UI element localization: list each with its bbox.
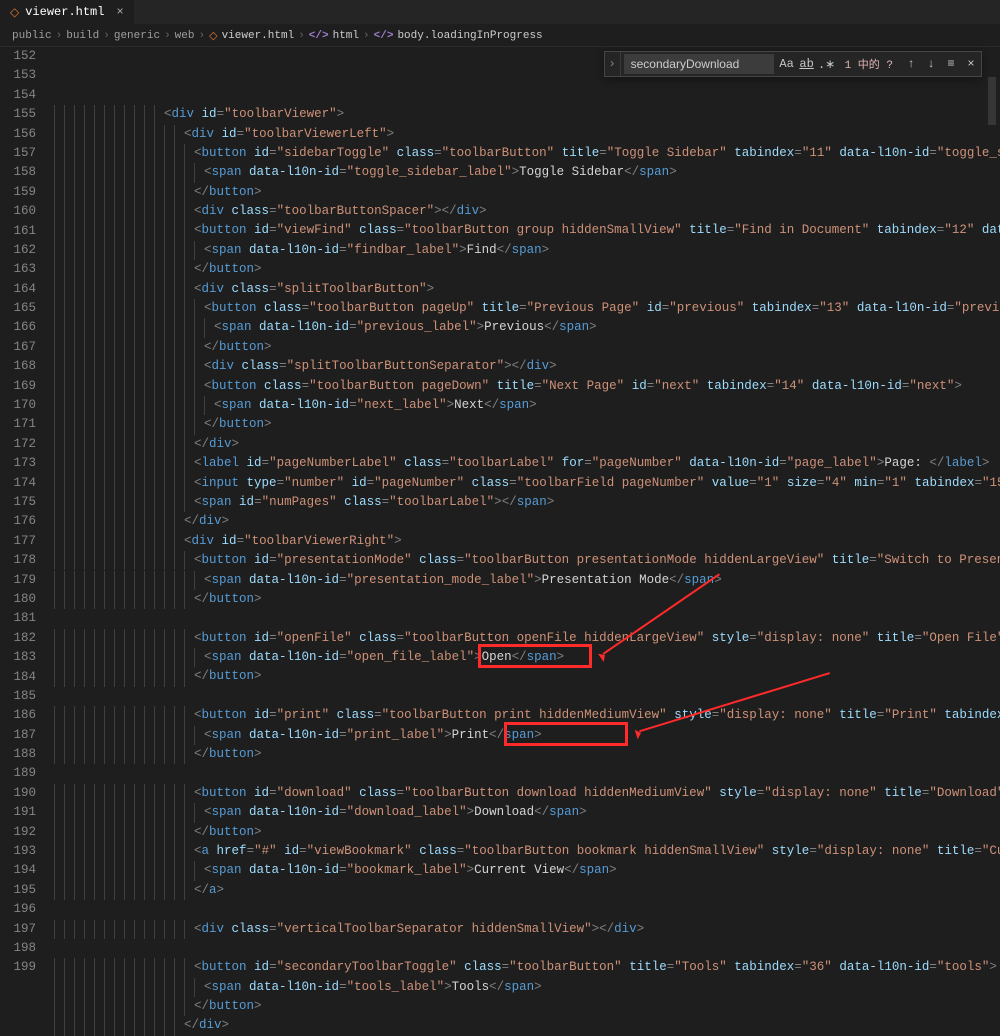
scrollbar[interactable]: [986, 47, 998, 1036]
match-case-icon[interactable]: Aa: [777, 54, 797, 74]
html-file-icon: ◇: [10, 5, 19, 20]
tab-viewer-html[interactable]: ◇ viewer.html ×: [0, 0, 134, 24]
crumb-file[interactable]: viewer.html: [222, 30, 295, 42]
find-status: 1 中的 ?: [845, 56, 893, 72]
editor: › Aa ab .∗ 1 中的 ? ↑ ↓ ≡ × 15215315415515…: [0, 47, 1000, 1036]
find-widget: › Aa ab .∗ 1 中的 ? ↑ ↓ ≡ ×: [604, 51, 982, 77]
tab-bar: ◇ viewer.html ×: [0, 0, 1000, 25]
html-file-icon: ◇: [209, 29, 217, 43]
line-number-gutter: 1521531541551561571581591601611621631641…: [0, 47, 50, 1036]
crumb-symbol[interactable]: body.loadingInProgress: [397, 30, 542, 42]
search-input[interactable]: [624, 54, 774, 74]
crumb[interactable]: public: [12, 30, 52, 42]
code-area[interactable]: <div id="toolbarViewer"> <div id="toolba…: [50, 47, 1000, 1036]
tag-icon: </>: [374, 30, 394, 42]
regex-icon[interactable]: .∗: [817, 54, 837, 74]
tab-label: viewer.html: [25, 5, 104, 19]
expand-icon[interactable]: ›: [605, 52, 621, 76]
whole-word-icon[interactable]: ab: [797, 54, 817, 74]
crumb[interactable]: web: [175, 30, 195, 42]
crumb[interactable]: build: [66, 30, 99, 42]
next-match-icon[interactable]: ↓: [921, 54, 941, 74]
close-icon[interactable]: ×: [961, 54, 981, 74]
close-icon[interactable]: ×: [116, 5, 123, 19]
find-in-selection-icon[interactable]: ≡: [941, 54, 961, 74]
tag-icon: </>: [309, 30, 329, 42]
crumb-symbol[interactable]: html: [333, 30, 359, 42]
crumb[interactable]: generic: [114, 30, 160, 42]
breadcrumb: public› build› generic› web› ◇ viewer.ht…: [0, 25, 1000, 47]
prev-match-icon[interactable]: ↑: [901, 54, 921, 74]
